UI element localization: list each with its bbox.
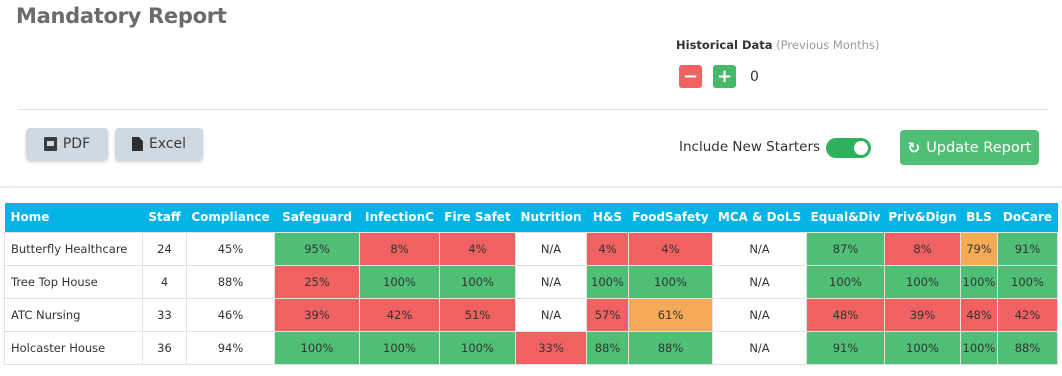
table-cell: 42% bbox=[359, 297, 440, 332]
update-report-button[interactable]: ↻ Update Report bbox=[900, 130, 1039, 165]
table-cell: 91% bbox=[806, 330, 885, 365]
historical-data-label: Historical Data (Previous Months) bbox=[676, 38, 879, 52]
table-cell: 100% bbox=[274, 330, 360, 365]
excel-button[interactable]: Excel bbox=[115, 128, 203, 160]
table-cell: 48% bbox=[960, 297, 998, 332]
table-cell: 46% bbox=[186, 297, 275, 332]
column-header[interactable]: InfectionC bbox=[359, 203, 440, 232]
table-cell: N/A bbox=[515, 264, 587, 299]
home-name-cell: ATC Nursing bbox=[4, 297, 143, 332]
table-row: Butterfly Healthcare 24 45% 95% 8% 4% N/A 4% 4% N… bbox=[4, 231, 1058, 266]
table-cell: 100% bbox=[439, 264, 516, 299]
divider bbox=[18, 109, 1048, 110]
table-cell: 25% bbox=[274, 264, 360, 299]
table-cell: 79% bbox=[960, 231, 998, 266]
historical-data-controls: − + 0 bbox=[679, 65, 759, 88]
column-header[interactable]: H&S bbox=[586, 203, 629, 232]
table-cell: 39% bbox=[884, 297, 961, 332]
home-name-cell: Holcaster House bbox=[4, 330, 143, 365]
column-header[interactable]: Fire Safet bbox=[439, 203, 516, 232]
table-cell: 100% bbox=[806, 264, 885, 299]
table-cell: 45% bbox=[186, 231, 275, 266]
excel-button-label: Excel bbox=[148, 136, 187, 152]
table-cell: 100% bbox=[439, 330, 516, 365]
table-cell: 24 bbox=[142, 231, 187, 266]
compliance-table: Home Staff Compliance Safeguard InfectionC Fi… bbox=[4, 203, 1058, 365]
table-cell: 100% bbox=[586, 264, 629, 299]
historical-data-title: Historical Data bbox=[676, 38, 773, 52]
table-header-row: Home Staff Compliance Safeguard InfectionC Fi… bbox=[4, 203, 1058, 232]
column-header[interactable]: MCA & DoLS bbox=[712, 203, 807, 232]
column-header[interactable]: DoCare bbox=[997, 203, 1058, 232]
table-cell: 33 bbox=[142, 297, 187, 332]
table-cell: 42% bbox=[997, 297, 1058, 332]
table-cell: 8% bbox=[359, 231, 440, 266]
historical-data-sublabel: (Previous Months) bbox=[776, 38, 880, 52]
table-cell: 88% bbox=[586, 330, 629, 365]
column-header[interactable]: Home bbox=[4, 203, 143, 232]
table-cell: 4% bbox=[439, 231, 516, 266]
table-cell: 4% bbox=[586, 231, 629, 266]
table-row: Holcaster House 36 94% 100% 100% 100% 33% 88% 88… bbox=[4, 330, 1058, 365]
historical-months-value: 0 bbox=[750, 68, 759, 85]
table-cell: 100% bbox=[884, 264, 961, 299]
increase-months-button[interactable]: + bbox=[713, 65, 736, 88]
column-header[interactable]: Compliance bbox=[186, 203, 275, 232]
table-cell: 48% bbox=[806, 297, 885, 332]
table-cell: 94% bbox=[186, 330, 275, 365]
table-cell: 100% bbox=[628, 264, 713, 299]
file-icon bbox=[131, 137, 143, 151]
table-cell: 87% bbox=[806, 231, 885, 266]
table-cell: 8% bbox=[884, 231, 961, 266]
pdf-file-icon bbox=[43, 137, 57, 151]
table-cell: N/A bbox=[712, 297, 807, 332]
column-header[interactable]: Nutrition bbox=[515, 203, 587, 232]
table-cell: 100% bbox=[359, 264, 440, 299]
column-header[interactable]: Equal&Div bbox=[806, 203, 885, 232]
table-cell: 88% bbox=[186, 264, 275, 299]
column-header[interactable]: Safeguard bbox=[274, 203, 360, 232]
table-cell: 88% bbox=[628, 330, 713, 365]
table-cell: 57% bbox=[586, 297, 629, 332]
update-report-label: Update Report bbox=[926, 139, 1032, 156]
table-cell: 100% bbox=[359, 330, 440, 365]
table-row: ATC Nursing 33 46% 39% 42% 51% N/A 57% 61% N/A 48%… bbox=[4, 297, 1058, 332]
table-cell: N/A bbox=[712, 231, 807, 266]
decrease-months-button[interactable]: − bbox=[679, 65, 702, 88]
column-header[interactable]: Priv&Dign bbox=[884, 203, 961, 232]
table-cell: N/A bbox=[712, 264, 807, 299]
table-cell: N/A bbox=[515, 297, 587, 332]
table-row: Tree Top House 4 88% 25% 100% 100% N/A 100% 100%… bbox=[4, 264, 1058, 299]
table-cell: 100% bbox=[960, 264, 998, 299]
table-cell: 100% bbox=[960, 330, 998, 365]
page-title: Mandatory Report bbox=[16, 4, 227, 28]
table-cell: 39% bbox=[274, 297, 360, 332]
include-new-starters-toggle[interactable] bbox=[826, 138, 871, 158]
table-cell: 33% bbox=[515, 330, 587, 365]
table-cell: 100% bbox=[884, 330, 961, 365]
column-header[interactable]: Staff bbox=[142, 203, 187, 232]
table-cell: 61% bbox=[628, 297, 713, 332]
toggle-knob bbox=[854, 141, 868, 155]
table-cell: N/A bbox=[712, 330, 807, 365]
table-body: Butterfly Healthcare 24 45% 95% 8% 4% N/A 4% 4% N… bbox=[4, 231, 1058, 365]
table-cell: 95% bbox=[274, 231, 360, 266]
home-name-cell: Butterfly Healthcare bbox=[4, 231, 143, 266]
section-divider bbox=[0, 186, 1062, 188]
column-header[interactable]: FoodSafety bbox=[628, 203, 713, 232]
table-cell: 91% bbox=[997, 231, 1058, 266]
refresh-icon: ↻ bbox=[907, 138, 921, 157]
table-cell: 4 bbox=[142, 264, 187, 299]
table-cell: 4% bbox=[628, 231, 713, 266]
include-new-starters-label: Include New Starters bbox=[679, 139, 821, 155]
table-cell: N/A bbox=[515, 231, 587, 266]
column-header[interactable]: BLS bbox=[960, 203, 998, 232]
table-cell: 100% bbox=[997, 264, 1058, 299]
home-name-cell: Tree Top House bbox=[4, 264, 143, 299]
table-cell: 36 bbox=[142, 330, 187, 365]
table-cell: 51% bbox=[439, 297, 516, 332]
pdf-button[interactable]: PDF bbox=[26, 128, 108, 160]
table-cell: 88% bbox=[997, 330, 1058, 365]
pdf-button-label: PDF bbox=[62, 136, 91, 152]
